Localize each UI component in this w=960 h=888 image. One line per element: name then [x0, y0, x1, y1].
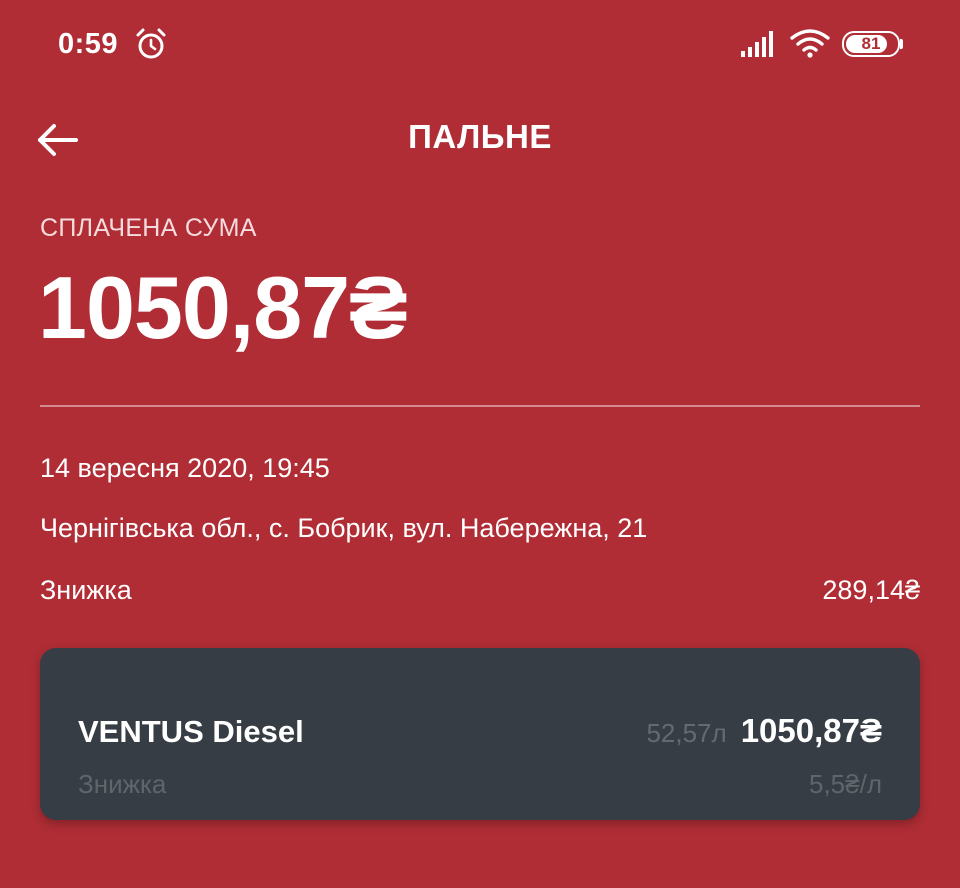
fuel-item-card[interactable]: VENTUS Diesel 52,57л 1050,87₴ Знижка 5,5₴…	[40, 648, 920, 820]
page-title: ПАЛЬНЕ	[408, 118, 552, 155]
fuel-volume: 52,57л	[646, 718, 727, 748]
alarm-clock-icon	[136, 28, 166, 59]
fuel-discount-value: 5,5₴/л	[809, 769, 882, 799]
status-time: 0:59	[58, 28, 119, 60]
fuel-price: 1050,87₴	[740, 712, 882, 749]
discount-value: 289,14₴	[822, 575, 920, 605]
cell-signal-icon	[741, 31, 773, 57]
paid-amount-label: СПЛАЧЕНА СУМА	[40, 214, 257, 242]
fuel-name: VENTUS Diesel	[78, 714, 304, 749]
fuel-amounts: 52,57л 1050,87₴	[646, 712, 882, 750]
status-bar: 0:59 81	[0, 0, 960, 90]
discount-label: Знижка	[40, 575, 132, 605]
fuel-discount-label: Знижка	[78, 769, 167, 799]
divider	[40, 405, 920, 407]
station-address: Чернігівська обл., с. Бобрик, вул. Набер…	[40, 513, 648, 543]
wifi-icon	[790, 29, 830, 58]
paid-amount-value: 1050,87₴	[38, 258, 408, 357]
transaction-date: 14 вересня 2020, 19:45	[40, 453, 330, 483]
battery-icon: 81	[842, 31, 903, 57]
battery-level: 81	[861, 34, 881, 53]
